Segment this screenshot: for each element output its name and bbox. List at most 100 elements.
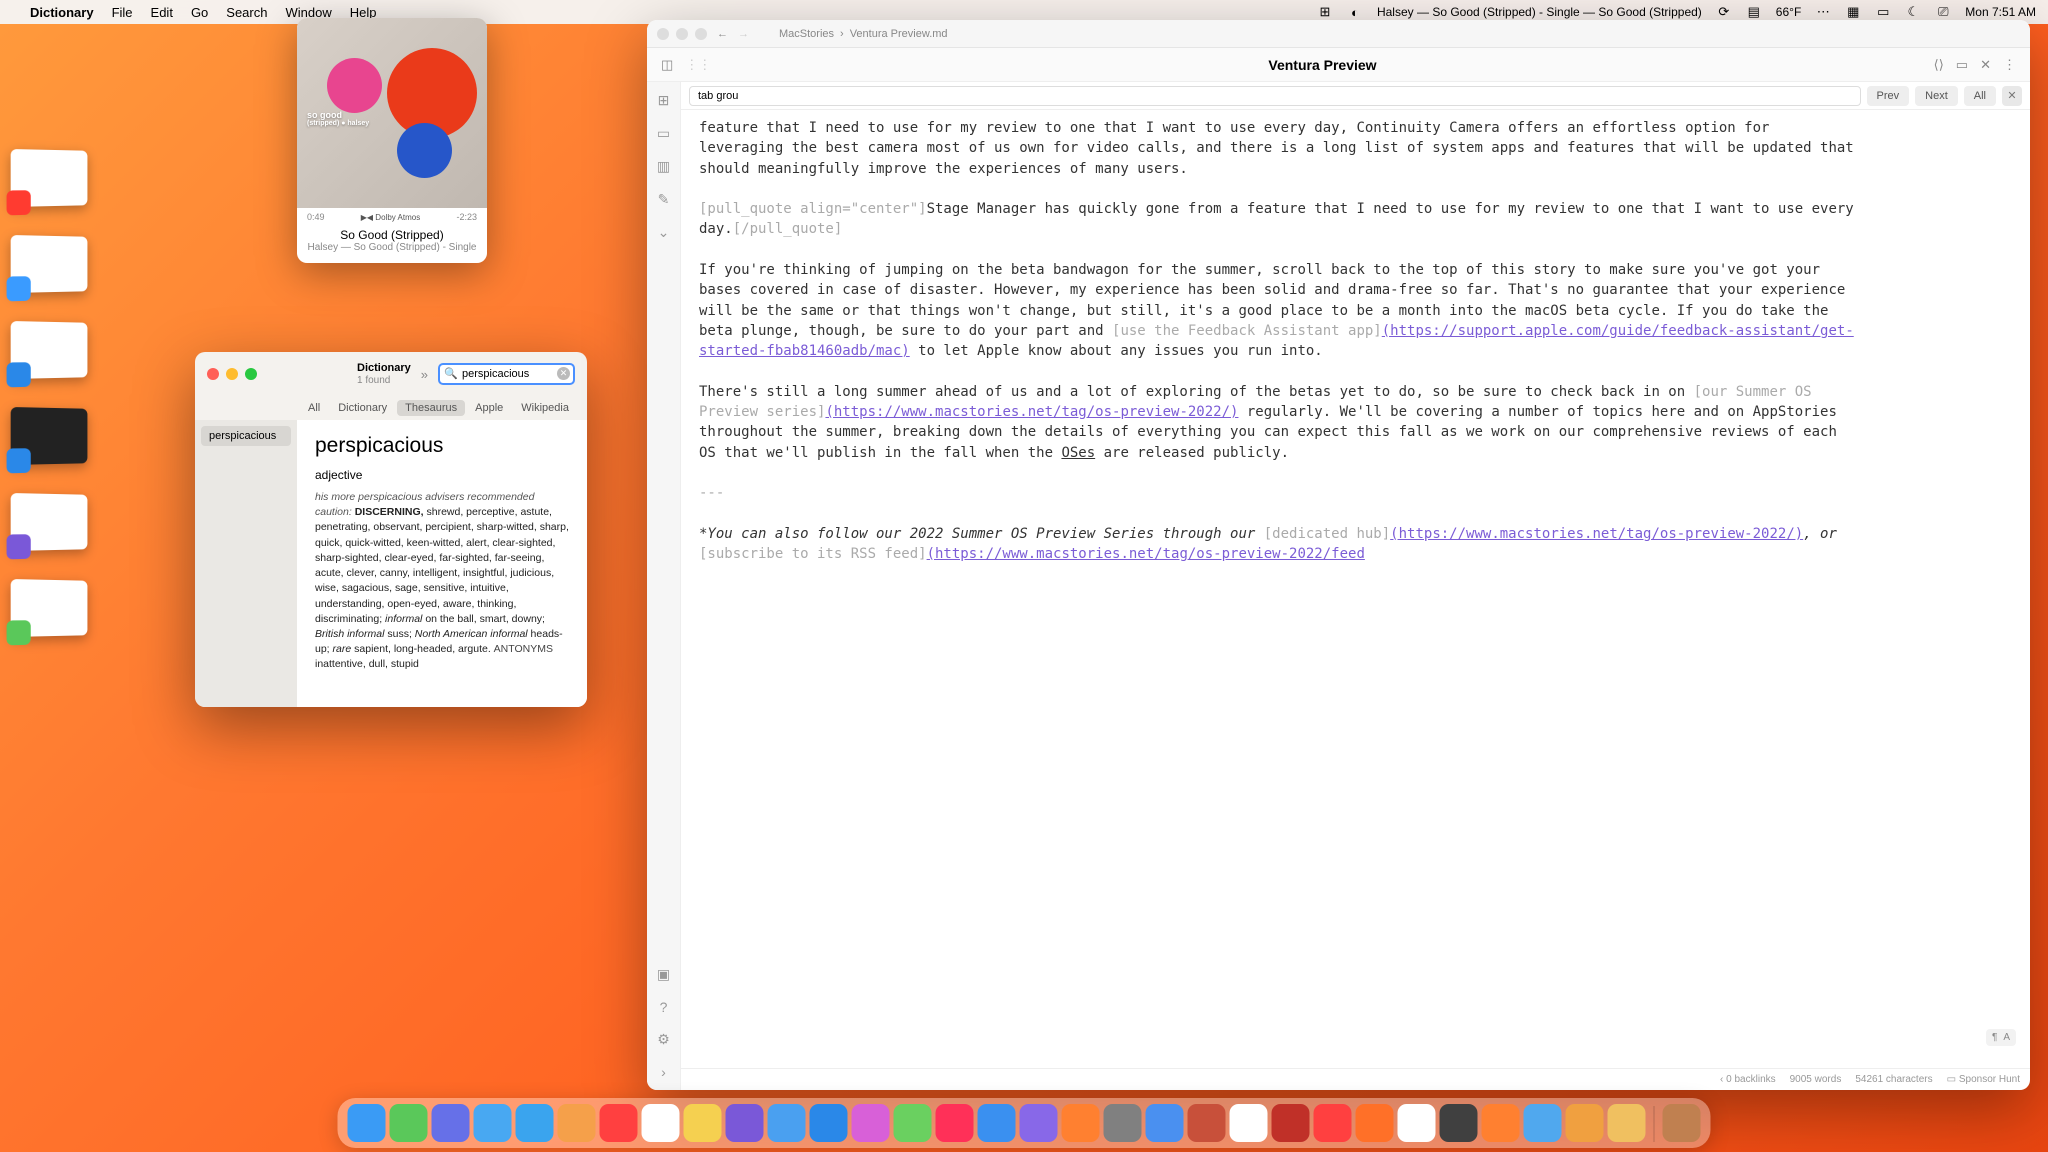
minimize-button[interactable] [226,368,238,380]
app-menu[interactable]: Dictionary [30,5,94,20]
menuextra-icon[interactable]: ◐ [1347,4,1363,20]
chevron-down-icon[interactable]: ⌄ [658,224,670,241]
menu-edit[interactable]: Edit [151,5,173,20]
format-float[interactable]: ¶ A [1986,1029,2016,1046]
dock-app-icon[interactable] [1062,1104,1100,1142]
dock-app-icon[interactable] [1272,1104,1310,1142]
nav-forward-icon[interactable]: → [738,28,749,40]
zoom-button[interactable] [245,368,257,380]
dock-app-icon[interactable] [936,1104,974,1142]
rail-icon[interactable]: ✎ [658,191,670,208]
weather-text[interactable]: 66°F [1776,5,1801,19]
stage-thumb[interactable] [11,149,97,207]
dock-app-icon[interactable] [474,1104,512,1142]
dock-app-icon[interactable] [1663,1104,1701,1142]
dock-app-icon[interactable] [432,1104,470,1142]
dock-app-icon[interactable] [516,1104,554,1142]
stage-thumb[interactable] [11,493,97,551]
close-button[interactable] [207,368,219,380]
dock-app-icon[interactable] [768,1104,806,1142]
tab-all[interactable]: All [300,400,328,416]
drag-handle-icon[interactable]: ⋮⋮ [685,57,711,73]
help-icon[interactable]: ? [660,999,668,1015]
find-prev-button[interactable]: Prev [1867,86,1910,106]
menuextra-icon[interactable]: ⊞ [1317,4,1333,20]
dock-app-icon[interactable] [1398,1104,1436,1142]
dock-app-icon[interactable] [1440,1104,1478,1142]
rail-icon[interactable]: ▣ [657,966,670,983]
music-mini-player[interactable]: so good(stripped) ● halsey 0:49 ▶◀ Dolby… [297,18,487,263]
dock-app-icon[interactable] [1146,1104,1184,1142]
search-field[interactable]: 🔍 ✕ [438,363,575,385]
dock-app-icon[interactable] [1314,1104,1352,1142]
dock-app-icon[interactable] [1104,1104,1142,1142]
dock-app-icon[interactable] [978,1104,1016,1142]
do-not-disturb-icon[interactable]: ☾ [1905,4,1921,20]
dock-app-icon[interactable] [642,1104,680,1142]
dock-app-icon[interactable] [1566,1104,1604,1142]
result-item[interactable]: perspicacious [201,426,291,446]
rail-icon[interactable]: ⊞ [658,92,670,109]
menu-search[interactable]: Search [226,5,267,20]
nav-forward-icon[interactable]: » [421,367,428,382]
find-input[interactable] [689,86,1861,106]
menuextra-icon[interactable]: ▤ [1746,4,1762,20]
dock-app-icon[interactable] [1356,1104,1394,1142]
sidebar-toggle-icon[interactable]: ◫ [661,57,673,73]
rail-icon[interactable]: ▭ [657,125,670,142]
search-input[interactable] [438,363,575,385]
dock-app-icon[interactable] [390,1104,428,1142]
dock-app-icon[interactable] [558,1104,596,1142]
tab-wikipedia[interactable]: Wikipedia [513,400,577,416]
find-close-button[interactable]: ✕ [2002,86,2022,106]
dock-app-icon[interactable] [1608,1104,1646,1142]
tab-apple[interactable]: Apple [467,400,511,416]
dock-app-icon[interactable] [684,1104,722,1142]
status-sponsor[interactable]: ▭ Sponsor Hunt [1947,1074,2020,1085]
stage-thumb[interactable] [11,235,97,293]
dock-app-icon[interactable] [1524,1104,1562,1142]
editor-content[interactable]: feature that I need to use for my review… [681,110,2030,1068]
reader-icon[interactable]: ▭ [1956,57,1968,73]
control-center-icon[interactable]: ⎚ [1935,4,1951,20]
now-playing-text[interactable]: Halsey — So Good (Stripped) - Single — S… [1377,5,1702,19]
crumb-file[interactable]: Ventura Preview.md [850,28,948,40]
dock-app-icon[interactable] [1230,1104,1268,1142]
find-all-button[interactable]: All [1964,86,1996,106]
close-button[interactable] [657,28,669,40]
close-tab-icon[interactable]: ✕ [1980,57,1991,73]
chevron-right-icon[interactable]: › [661,1064,666,1080]
dock-app-icon[interactable] [1482,1104,1520,1142]
stage-thumb[interactable] [11,321,97,379]
clear-search-icon[interactable]: ✕ [557,367,570,380]
zoom-button[interactable] [695,28,707,40]
stage-thumb[interactable] [11,579,97,637]
sync-icon[interactable]: ⟳ [1716,4,1732,20]
dock-app-icon[interactable] [600,1104,638,1142]
more-icon[interactable]: ⋯ [1815,4,1831,20]
dock-app-icon[interactable] [1188,1104,1226,1142]
nav-back-icon[interactable]: ← [717,28,728,40]
dock-app-icon[interactable] [1020,1104,1058,1142]
minimize-button[interactable] [676,28,688,40]
stage-thumb[interactable] [11,407,97,465]
dock-app-icon[interactable] [852,1104,890,1142]
link[interactable]: (https://www.macstories.net/tag/os-previ… [1390,526,1803,542]
settings-icon[interactable]: ⚙ [657,1031,670,1048]
rail-icon[interactable]: ▥ [657,158,670,175]
link[interactable]: (https://www.macstories.net/tag/os-previ… [927,546,1365,562]
display-icon[interactable]: ▭ [1875,4,1891,20]
menu-file[interactable]: File [112,5,133,20]
tab-thesaurus[interactable]: Thesaurus [397,400,465,416]
menu-go[interactable]: Go [191,5,208,20]
dock-app-icon[interactable] [810,1104,848,1142]
find-next-button[interactable]: Next [1915,86,1958,106]
crumb-folder[interactable]: MacStories [779,28,834,40]
stage-manager-icon[interactable]: ▦ [1845,4,1861,20]
mode-toggle-icon[interactable]: ⟨⟩ [1934,57,1944,73]
clock[interactable]: Mon 7:51 AM [1965,5,2036,19]
dock-app-icon[interactable] [894,1104,932,1142]
dock-app-icon[interactable] [348,1104,386,1142]
status-backlinks[interactable]: ‹ 0 backlinks [1720,1074,1776,1085]
tab-dictionary[interactable]: Dictionary [330,400,395,416]
